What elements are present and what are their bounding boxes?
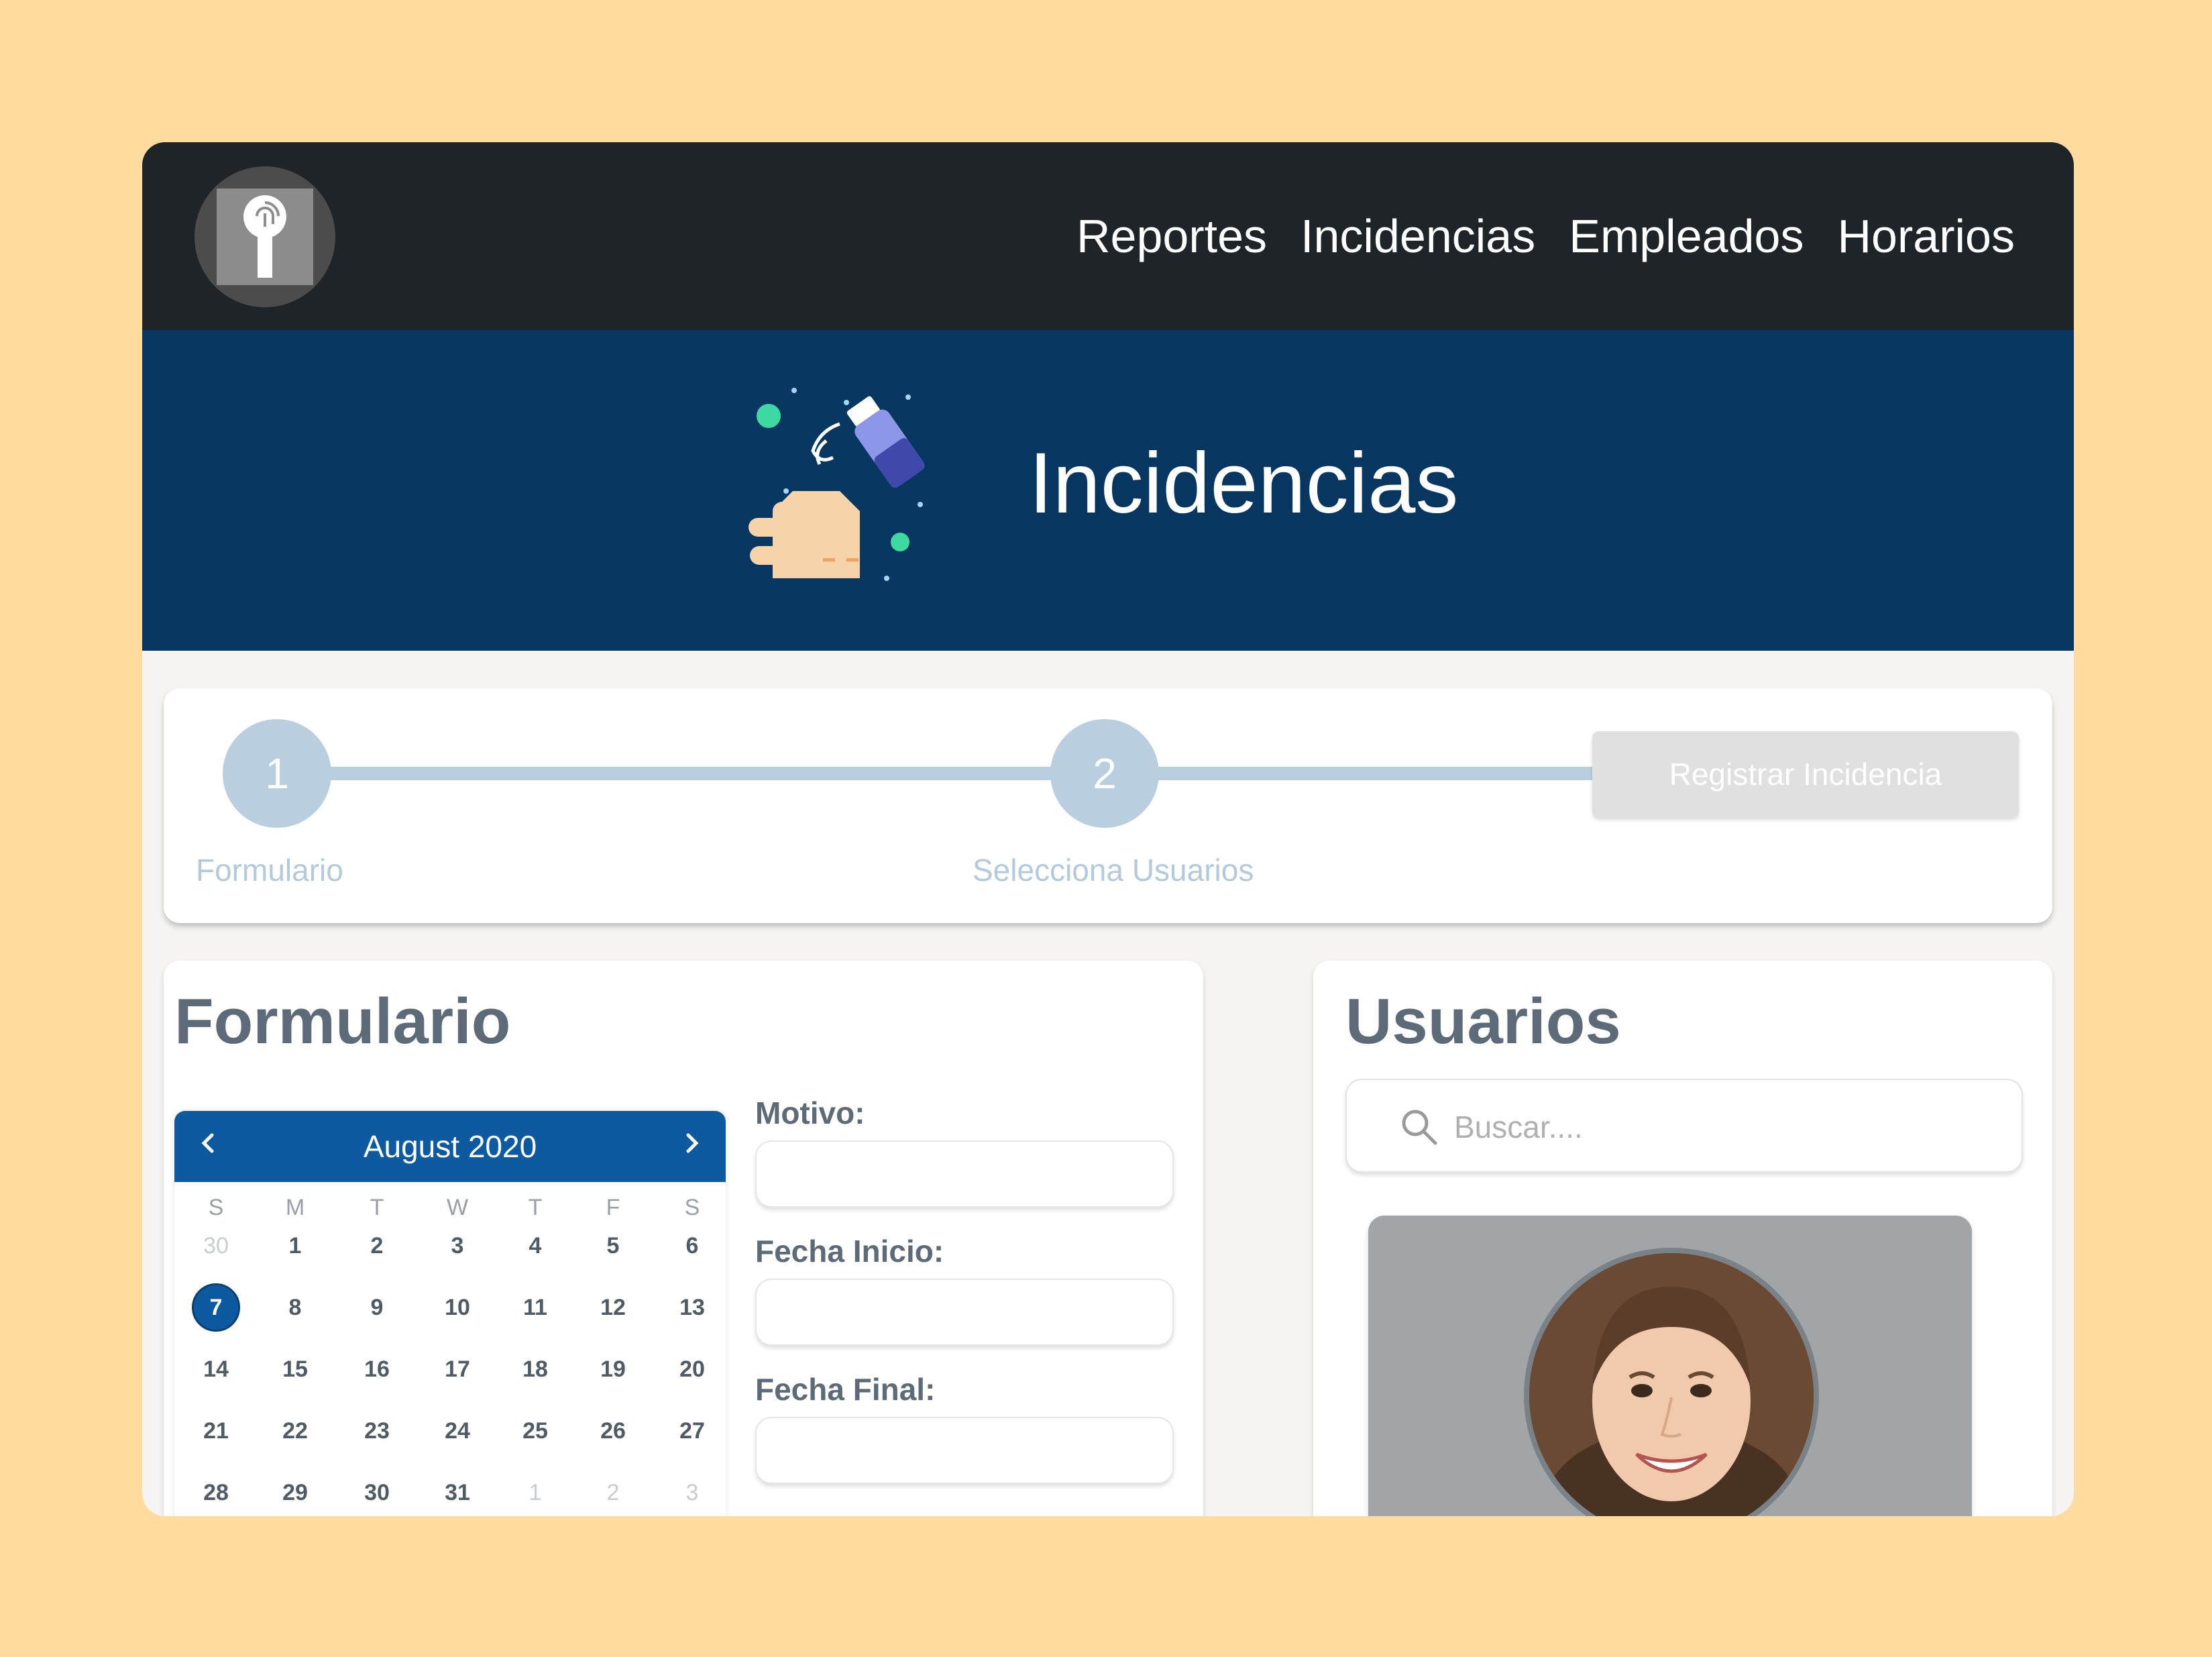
calendar-day[interactable]: 2: [350, 1221, 404, 1271]
calendar-day[interactable]: 6: [665, 1221, 719, 1271]
calendar-day[interactable]: 3: [665, 1468, 719, 1516]
step-2-label: Selecciona Usuarios: [973, 853, 1254, 888]
fecha-inicio-label: Fecha Inicio:: [755, 1234, 944, 1269]
fecha-final-field[interactable]: [755, 1417, 1174, 1484]
calendar-day[interactable]: 17: [431, 1344, 484, 1394]
page-title: Incidencias: [1029, 435, 1459, 531]
step-1-label: Formulario: [196, 853, 343, 888]
calendar-day[interactable]: 15: [268, 1344, 322, 1394]
calendar-day[interactable]: 19: [586, 1344, 640, 1394]
calendar-day[interactable]: 27: [665, 1406, 719, 1456]
motivo-label: Motivo:: [755, 1095, 865, 1130]
calendar-weekday: W: [446, 1195, 469, 1220]
date-calendar: August 2020 S M T W T F S 30 1 2 3 4 5 6 7 8 9 10 11 12 13 14…: [174, 1111, 726, 1516]
calendar-day[interactable]: 13: [665, 1283, 719, 1332]
fecha-final-label: Fecha Final:: [755, 1372, 936, 1407]
calendar-day[interactable]: 1: [268, 1221, 322, 1271]
nav-link-empleados[interactable]: Empleados: [1569, 209, 1804, 263]
fingerprint-logo-icon: [217, 189, 313, 285]
nav-link-reportes[interactable]: Reportes: [1076, 209, 1267, 263]
calendar-day[interactable]: 9: [350, 1283, 404, 1332]
hero-banner: Incidencias: [142, 330, 2074, 651]
calendar-weekday: S: [208, 1195, 224, 1220]
calendar-day[interactable]: 31: [431, 1468, 484, 1516]
top-navbar: Reportes Incidencias Empleados Horarios: [142, 142, 2074, 330]
step-connector-1: [291, 767, 1069, 780]
calendar-day[interactable]: 23: [350, 1406, 404, 1456]
calendar-day[interactable]: 30: [189, 1221, 243, 1271]
calendar-weekday: F: [606, 1195, 620, 1220]
calendar-day[interactable]: 1: [508, 1468, 562, 1516]
chevron-right-icon[interactable]: [675, 1126, 710, 1161]
calendar-day[interactable]: 20: [665, 1344, 719, 1394]
nav-link-incidencias[interactable]: Incidencias: [1301, 209, 1535, 263]
stepper: 1 2 Formulario Selecciona Usuarios Regis…: [164, 688, 2052, 923]
form-card: Formulario August 2020 S M T W T F S 30 1 2 3 4 5 6 7 8…: [164, 961, 1203, 1516]
calendar-day[interactable]: 10: [431, 1283, 484, 1332]
calendar-day[interactable]: 21: [189, 1406, 243, 1456]
calendar-day[interactable]: 30: [350, 1468, 404, 1516]
hand-sanitizer-icon: [746, 384, 947, 598]
calendar-day[interactable]: 5: [586, 1221, 640, 1271]
calendar-day[interactable]: 11: [508, 1283, 562, 1332]
calendar-weekday: T: [528, 1195, 543, 1220]
calendar-day[interactable]: 28: [189, 1468, 243, 1516]
calendar-day[interactable]: 2: [586, 1468, 640, 1516]
step-1-circle[interactable]: 1: [223, 719, 331, 828]
search-box: [1345, 1079, 2023, 1173]
search-input[interactable]: [1454, 1100, 2004, 1154]
form-title: Formulario: [174, 985, 511, 1057]
calendar-weekday: S: [684, 1195, 700, 1220]
users-title: Usuarios: [1345, 985, 1621, 1057]
search-icon: [1399, 1107, 1439, 1147]
app-window: Reportes Incidencias Empleados Horarios: [142, 142, 2074, 1516]
users-card: Usuarios: [1313, 961, 2052, 1516]
calendar-weekday: T: [370, 1195, 384, 1220]
motivo-field[interactable]: [755, 1140, 1174, 1208]
nav-link-horarios[interactable]: Horarios: [1837, 209, 2015, 263]
calendar-day[interactable]: 16: [350, 1344, 404, 1394]
register-incidence-button[interactable]: Registrar Incidencia: [1592, 731, 2019, 817]
calendar-day[interactable]: 14: [189, 1344, 243, 1394]
calendar-day[interactable]: 3: [431, 1221, 484, 1271]
calendar-day[interactable]: 4: [508, 1221, 562, 1271]
avatar: [1524, 1248, 1819, 1516]
nav-links: Reportes Incidencias Empleados Horarios: [1076, 142, 2015, 330]
logo[interactable]: [195, 166, 335, 307]
calendar-day[interactable]: 25: [508, 1406, 562, 1456]
calendar-day-selected-label: 7: [192, 1283, 240, 1332]
calendar-day-selected[interactable]: 7: [189, 1283, 243, 1332]
calendar-day[interactable]: 22: [268, 1406, 322, 1456]
calendar-day[interactable]: 12: [586, 1283, 640, 1332]
calendar-day[interactable]: 26: [586, 1406, 640, 1456]
calendar-day[interactable]: 24: [431, 1406, 484, 1456]
calendar-month: August 2020: [363, 1129, 537, 1164]
calendar-header: August 2020: [174, 1111, 726, 1182]
calendar-weekday: M: [285, 1195, 305, 1220]
user-card[interactable]: [1368, 1216, 1972, 1516]
calendar-day[interactable]: 29: [268, 1468, 322, 1516]
calendar-day[interactable]: 8: [268, 1283, 322, 1332]
calendar-day[interactable]: 18: [508, 1344, 562, 1394]
step-2-circle[interactable]: 2: [1050, 719, 1159, 828]
fecha-inicio-field[interactable]: [755, 1279, 1174, 1346]
